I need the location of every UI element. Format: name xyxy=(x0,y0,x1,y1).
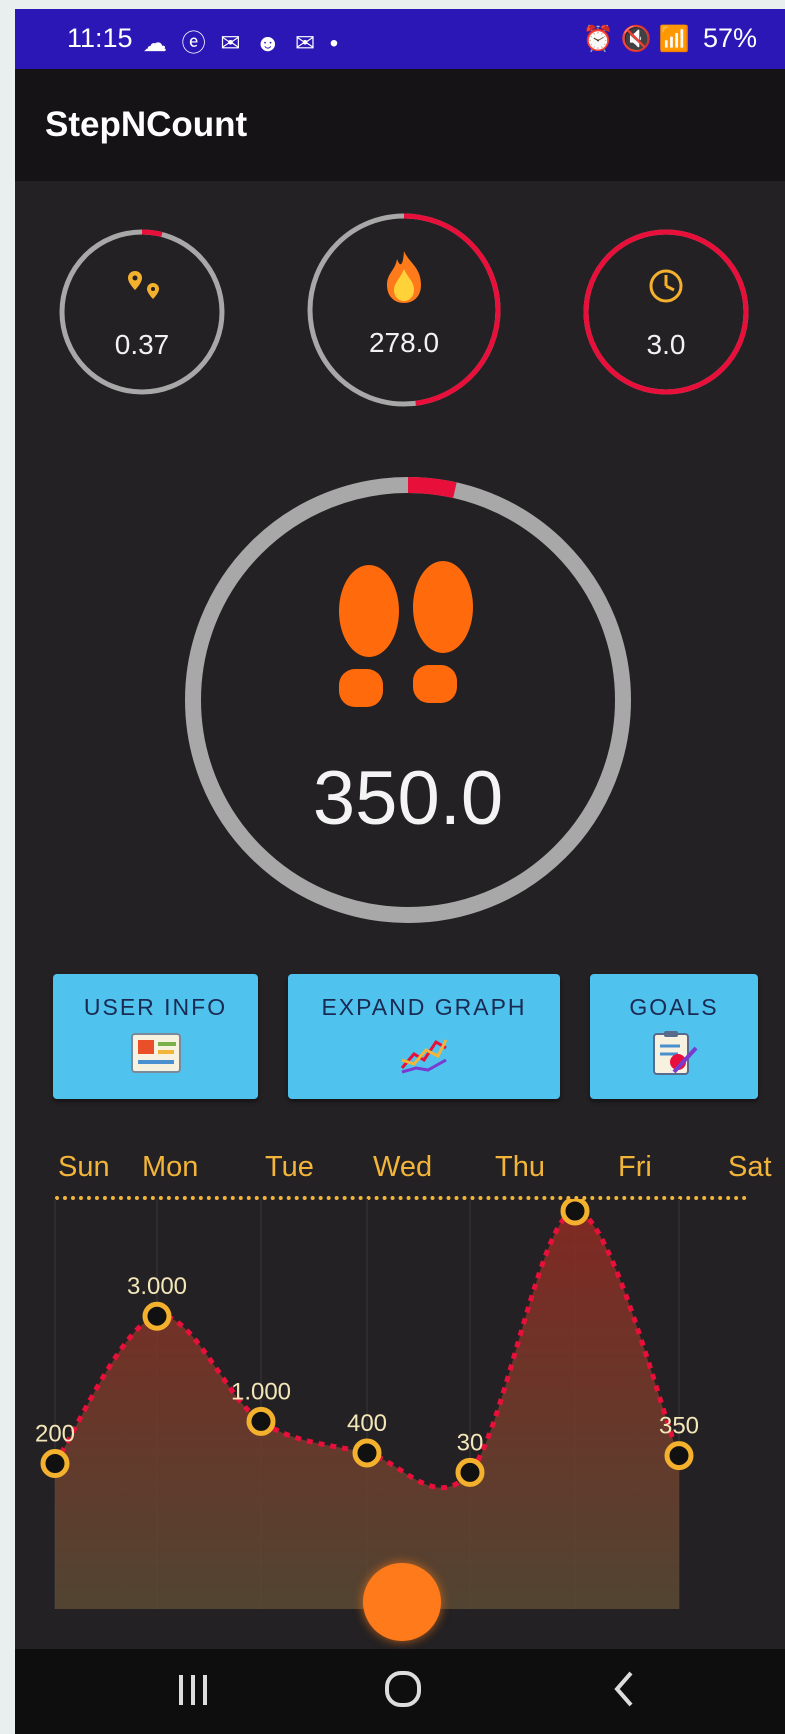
steps-value: 350.0 xyxy=(312,756,504,841)
data-point-fri[interactable] xyxy=(560,1199,590,1226)
day-label-tue: Tue xyxy=(265,1151,314,1183)
user-info-button[interactable]: USER INFO xyxy=(53,974,258,1099)
footprints-icon xyxy=(339,561,473,707)
time-stat[interactable]: 3.0 xyxy=(581,227,751,397)
notification-icons: ☁ ⓔ ✉ ☻ ✉ • xyxy=(143,30,343,57)
time-ring xyxy=(583,229,749,395)
back-icon[interactable] xyxy=(605,1667,645,1711)
data-label-tue: 1.000 xyxy=(231,1378,291,1405)
app-title: StepNCount xyxy=(45,105,248,144)
data-point-sat[interactable] xyxy=(664,1441,694,1471)
data-label-mon: 3.000 xyxy=(127,1273,187,1300)
status-time: 11:15 xyxy=(67,23,133,53)
calories-ring xyxy=(307,213,501,407)
data-point-thu[interactable] xyxy=(455,1457,485,1487)
floating-action-button[interactable] xyxy=(363,1563,441,1641)
home-icon[interactable] xyxy=(381,1667,425,1711)
day-label-wed: Wed xyxy=(373,1151,433,1183)
data-label-sun: 200 xyxy=(35,1420,75,1447)
day-label-fri: Fri xyxy=(618,1151,652,1183)
data-point-sun[interactable] xyxy=(40,1448,70,1478)
recent-apps-icon[interactable] xyxy=(173,1667,213,1711)
data-point-tue[interactable] xyxy=(246,1406,276,1436)
data-point-mon[interactable] xyxy=(142,1301,172,1331)
day-label-sun: Sun xyxy=(58,1151,110,1183)
goals-label: GOALS xyxy=(629,994,719,1020)
user-info-label: USER INFO xyxy=(83,994,228,1020)
battery-level: 57% xyxy=(702,23,757,53)
map-pin-icon xyxy=(128,271,159,299)
goals-button[interactable]: GOALS xyxy=(590,974,758,1099)
distance-ring xyxy=(59,229,225,395)
line-chart-icon xyxy=(400,1039,448,1074)
calories-value: 278.0 xyxy=(368,327,440,358)
status-bar: 11:15 ☁ ⓔ ✉ ☻ ✉ • ⏰ 🔇 📶 57% xyxy=(15,9,785,69)
data-label-thu: 30 xyxy=(457,1429,484,1456)
phone-screen: 11:15 ☁ ⓔ ✉ ☻ ✉ • ⏰ 🔇 📶 57% StepNCount 0… xyxy=(15,9,785,1734)
navigation-bar xyxy=(15,1649,785,1734)
fire-icon xyxy=(387,251,421,303)
data-label-sat: 350 xyxy=(659,1413,699,1440)
distance-value: 0.37 xyxy=(114,329,170,360)
day-label-sat: Sat xyxy=(728,1151,772,1183)
system-status-icons: ⏰ 🔇 📶 xyxy=(582,25,690,53)
app-bar: StepNCount xyxy=(15,69,785,181)
expand-graph-button[interactable]: EXPAND GRAPH xyxy=(288,974,560,1099)
status-right: ⏰ 🔇 📶 57% xyxy=(583,23,757,54)
day-label-thu: Thu xyxy=(495,1151,545,1183)
timer-icon xyxy=(649,269,683,303)
day-label-mon: Mon xyxy=(142,1151,199,1183)
steps-progress[interactable]: 350.0 xyxy=(183,475,633,925)
expand-graph-label: EXPAND GRAPH xyxy=(321,994,527,1020)
data-label-wed: 400 xyxy=(347,1410,387,1437)
time-value: 3.0 xyxy=(646,329,686,360)
distance-stat[interactable]: 0.37 xyxy=(57,227,227,397)
clipboard-goals-icon xyxy=(653,1031,698,1075)
data-point-wed[interactable] xyxy=(352,1438,382,1468)
calories-stat[interactable]: 278.0 xyxy=(305,211,503,409)
id-card-icon xyxy=(130,1033,181,1073)
